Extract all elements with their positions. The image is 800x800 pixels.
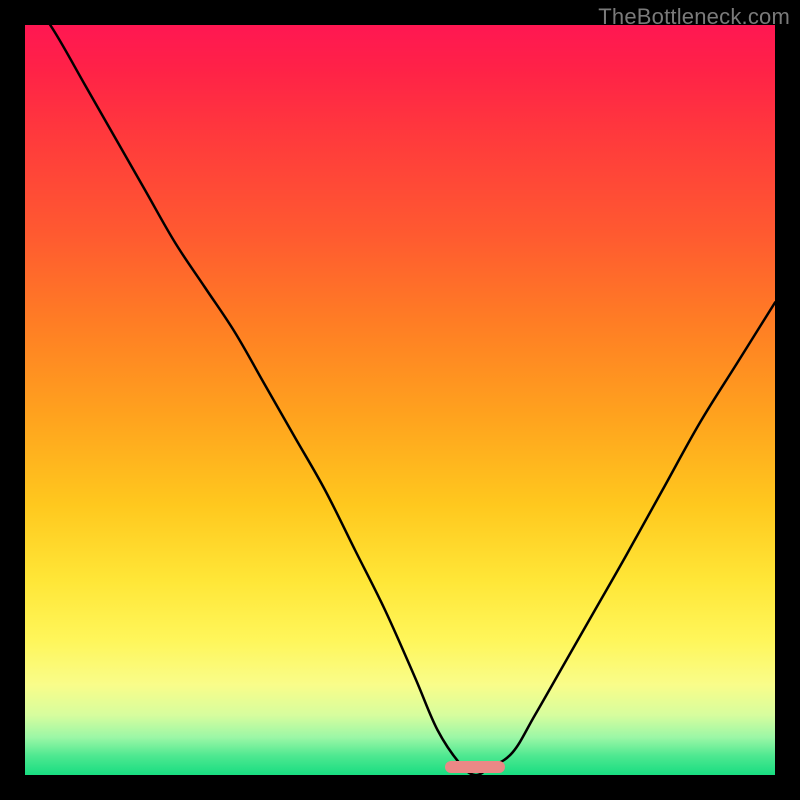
plot-area [25,25,775,775]
chart-stage: TheBottleneck.com [0,0,800,800]
bottleneck-curve [25,25,775,775]
minimum-marker [445,761,505,773]
watermark-text: TheBottleneck.com [598,4,790,30]
